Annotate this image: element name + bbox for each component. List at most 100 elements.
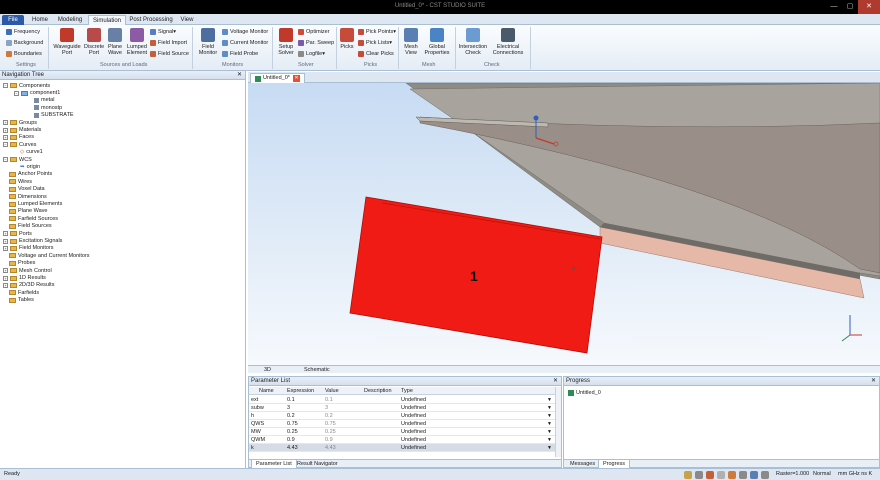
field-source-button[interactable]: Field Source xyxy=(150,49,189,58)
tree-item-2d3d-results[interactable]: +2D/3D Results xyxy=(3,282,54,289)
tree-item-substrate[interactable]: SUBSTRATE xyxy=(34,112,74,119)
wireframe-icon[interactable] xyxy=(739,471,747,479)
view-tab-schematic[interactable]: Schematic xyxy=(298,366,336,374)
tab-result-navigator[interactable]: Result Navigator xyxy=(293,460,342,468)
document-tab-untitled[interactable]: Untitled_0* ✕ xyxy=(250,73,305,83)
signal-button[interactable]: Signal ▾ xyxy=(150,27,176,36)
fit-icon[interactable] xyxy=(728,471,736,479)
column-header-description[interactable]: Description xyxy=(364,387,392,395)
progress-entry[interactable]: Untitled_0 xyxy=(568,390,601,396)
table-row[interactable]: k 4.43 4.43 Undefined ▼ xyxy=(249,444,555,452)
close-pane-icon[interactable]: ✕ xyxy=(237,71,242,80)
minimize-button[interactable]: — xyxy=(826,0,842,14)
tree-item-field-sources[interactable]: Field Sources xyxy=(9,223,52,230)
table-row[interactable]: QWM 0.9 0.9 Undefined ▼ xyxy=(249,436,555,444)
voltage-monitor-button[interactable]: Voltage Monitor xyxy=(222,27,268,36)
table-row[interactable]: h 0.2 0.2 Undefined ▼ xyxy=(249,412,555,420)
picks-button[interactable]: Picks xyxy=(339,28,355,50)
clear-picks-button[interactable]: Clear Picks xyxy=(358,49,394,58)
setup-solver-button[interactable]: Setup Solver xyxy=(276,28,296,56)
intersection-check-button[interactable]: Intersection Check xyxy=(458,28,488,56)
field-monitor-button[interactable]: Field Monitor xyxy=(196,28,220,56)
column-header-name[interactable]: Name xyxy=(259,387,274,395)
logfile-button[interactable]: Logfile ▾ xyxy=(298,49,325,58)
plane-wave-button[interactable]: Plane Wave xyxy=(106,28,124,56)
tree-item-wcs[interactable]: − WCS xyxy=(3,156,32,163)
view-tab-3d[interactable]: 3D xyxy=(258,366,277,374)
tree-item-voxel-data[interactable]: Voxel Data xyxy=(9,186,45,193)
background-button[interactable]: Background xyxy=(6,38,43,47)
table-row[interactable]: MW 0.25 0.25 Undefined ▼ xyxy=(249,428,555,436)
tree-item-voltage-current-monitors[interactable]: Voltage and Current Monitors xyxy=(9,252,90,259)
dropdown-arrow-icon[interactable]: ▼ xyxy=(547,444,552,452)
electrical-connections-button[interactable]: Electrical Connections xyxy=(491,28,525,56)
tree-item-tables[interactable]: Tables xyxy=(9,297,34,304)
close-pane-icon[interactable]: ✕ xyxy=(871,377,876,386)
tree-item-mesh-control[interactable]: + Mesh Control xyxy=(3,267,52,274)
column-header-type[interactable]: Type xyxy=(401,387,413,395)
par-sweep-button[interactable]: Par. Sweep xyxy=(298,38,334,47)
maximize-button[interactable]: ▢ xyxy=(842,0,858,14)
tree-item-wires[interactable]: Wires xyxy=(9,178,32,185)
pan-icon[interactable] xyxy=(695,471,703,479)
tree-item-faces[interactable]: + Faces xyxy=(3,134,34,141)
tree-item-metal[interactable]: metal xyxy=(34,97,54,104)
dropdown-arrow-icon[interactable]: ▼ xyxy=(547,420,552,428)
table-row[interactable]: subw 3 3 Undefined ▼ xyxy=(249,404,555,412)
tree-item-curve1[interactable]: ◇ curve1 xyxy=(20,149,43,156)
field-probe-button[interactable]: Field Probe xyxy=(222,49,258,58)
optimizer-button[interactable]: Optimizer xyxy=(298,27,330,36)
lumped-element-button[interactable]: Lumped Element xyxy=(126,28,148,56)
pick-points-button[interactable]: Pick Points ▾ xyxy=(358,27,396,36)
grid-icon[interactable] xyxy=(750,471,758,479)
tree-item-plane-wave[interactable]: Plane Wave xyxy=(9,208,47,215)
tab-view[interactable]: View xyxy=(176,15,198,25)
zoom-icon[interactable] xyxy=(684,471,692,479)
table-row[interactable]: QWS 0.75 0.75 Undefined ▼ xyxy=(249,420,555,428)
tab-simulation[interactable]: Simulation xyxy=(88,15,126,25)
dropdown-arrow-icon[interactable]: ▼ xyxy=(547,412,552,420)
mesh-view-button[interactable]: Mesh View xyxy=(402,28,420,56)
tree-item-farfields[interactable]: Farfields xyxy=(9,289,39,296)
waveguide-port-button[interactable]: Waveguide Port xyxy=(52,28,82,56)
field-import-button[interactable]: Field Import xyxy=(150,38,187,47)
tab-home[interactable]: Home xyxy=(28,15,52,25)
pick-lists-button[interactable]: Pick Lists ▾ xyxy=(358,38,392,47)
global-properties-button[interactable]: Global Properties xyxy=(422,28,452,56)
tree-item-curves[interactable]: − Curves xyxy=(3,141,36,148)
tree-item-component1[interactable]: − component1 xyxy=(14,89,60,96)
tree-item-lumped-elements[interactable]: Lumped Elements xyxy=(9,200,62,207)
tree-item-monostp[interactable]: monostp xyxy=(34,104,62,111)
tree-item-ports[interactable]: + Ports xyxy=(3,230,32,237)
parameter-list-scrollbar[interactable] xyxy=(555,387,561,457)
dropdown-arrow-icon[interactable]: ▼ xyxy=(547,396,552,404)
discrete-port-button[interactable]: Discrete Port xyxy=(84,28,104,56)
column-header-value[interactable]: Value xyxy=(325,387,339,395)
column-header-expression[interactable]: Expression xyxy=(287,387,314,395)
tab-messages[interactable]: Messages xyxy=(566,460,599,468)
tree-item-probes[interactable]: Probes xyxy=(9,260,35,267)
close-tab-icon[interactable]: ✕ xyxy=(292,75,300,82)
tree-item-1d-results[interactable]: +1D Results xyxy=(3,274,46,281)
close-button[interactable]: ✕ xyxy=(858,0,880,14)
dropdown-arrow-icon[interactable]: ▼ xyxy=(547,428,552,436)
tab-post-processing[interactable]: Post Processing xyxy=(129,15,173,25)
tree-item-origin[interactable]: ➥ origin xyxy=(20,163,40,170)
table-row[interactable]: ext 0.1 0.1 Undefined ▼ xyxy=(249,396,555,404)
snap-icon[interactable] xyxy=(761,471,769,479)
boundaries-button[interactable]: Boundaries xyxy=(6,49,42,58)
dropdown-arrow-icon[interactable]: ▼ xyxy=(547,436,552,444)
tree-item-excitation-signals[interactable]: + Excitation Signals xyxy=(3,237,62,244)
tree-item-groups[interactable]: + Groups xyxy=(3,119,37,126)
tree-item-components[interactable]: − Components xyxy=(3,82,50,89)
close-pane-icon[interactable]: ✕ xyxy=(553,377,558,386)
tree-item-farfield-sources[interactable]: Farfield Sources xyxy=(9,215,58,222)
current-monitor-button[interactable]: Current Monitor xyxy=(222,38,268,47)
3d-viewport[interactable]: 1 + xyxy=(248,83,880,365)
view-icon[interactable] xyxy=(717,471,725,479)
tab-file[interactable]: File xyxy=(2,15,24,25)
tab-modeling[interactable]: Modeling xyxy=(55,15,85,25)
frequency-button[interactable]: Frequency xyxy=(6,27,40,36)
tree-item-materials[interactable]: + Materials xyxy=(3,126,41,133)
rotate-icon[interactable] xyxy=(706,471,714,479)
